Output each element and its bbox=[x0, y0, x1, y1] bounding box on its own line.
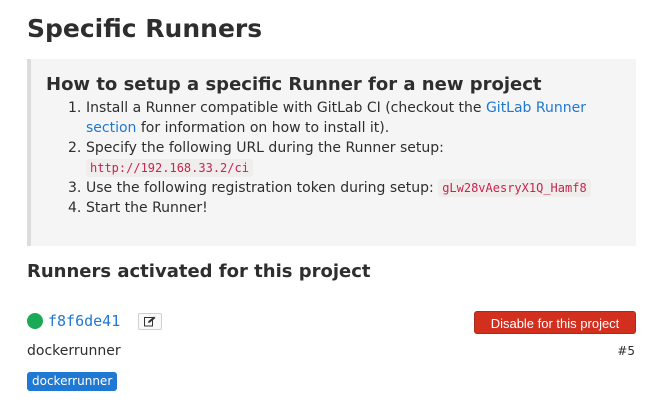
step-number: 4. bbox=[68, 200, 82, 216]
runner-status-icon bbox=[27, 313, 43, 329]
step-number: 1. bbox=[68, 100, 82, 116]
runner-tag-badge: dockerrunner bbox=[27, 372, 118, 391]
runner-id: #5 bbox=[617, 344, 635, 358]
page-title: Specific Runners bbox=[27, 14, 263, 43]
runner-description: dockerrunner bbox=[27, 343, 121, 359]
step-number: 2. bbox=[68, 140, 82, 156]
setup-step-token: 3. Use the following registration token … bbox=[68, 178, 606, 198]
step-text: Start the Runner! bbox=[86, 200, 208, 216]
runner-setup-panel: How to setup a specific Runner for a new… bbox=[27, 59, 636, 246]
setup-step-install: 1. Install a Runner compatible with GitL… bbox=[68, 98, 606, 138]
setup-title: How to setup a specific Runner for a new… bbox=[46, 74, 542, 95]
edit-runner-button[interactable] bbox=[138, 313, 162, 330]
setup-steps-list: 1. Install a Runner compatible with GitL… bbox=[68, 98, 606, 218]
disable-runner-button[interactable]: Disable for this project bbox=[474, 311, 636, 334]
runner-token-link[interactable]: f8f6de41 bbox=[48, 311, 120, 331]
step-text: Specify the following URL during the Run… bbox=[86, 140, 444, 156]
edit-icon bbox=[144, 316, 156, 327]
activated-runners-title: Runners activated for this project bbox=[27, 261, 371, 282]
setup-step-start: 4. Start the Runner! bbox=[68, 198, 606, 218]
setup-step-url: 2. Specify the following URL during the … bbox=[68, 138, 606, 178]
ci-url-code[interactable]: http://192.168.33.2/ci bbox=[86, 159, 253, 177]
registration-token-code[interactable]: gLw28vAesryX1Q_Hamf8 bbox=[438, 179, 591, 197]
step-number: 3. bbox=[68, 180, 82, 196]
step-text-after: for information on how to install it). bbox=[136, 120, 390, 136]
step-text: Use the following registration token dur… bbox=[86, 180, 434, 196]
step-text: Install a Runner compatible with GitLab … bbox=[86, 100, 486, 116]
